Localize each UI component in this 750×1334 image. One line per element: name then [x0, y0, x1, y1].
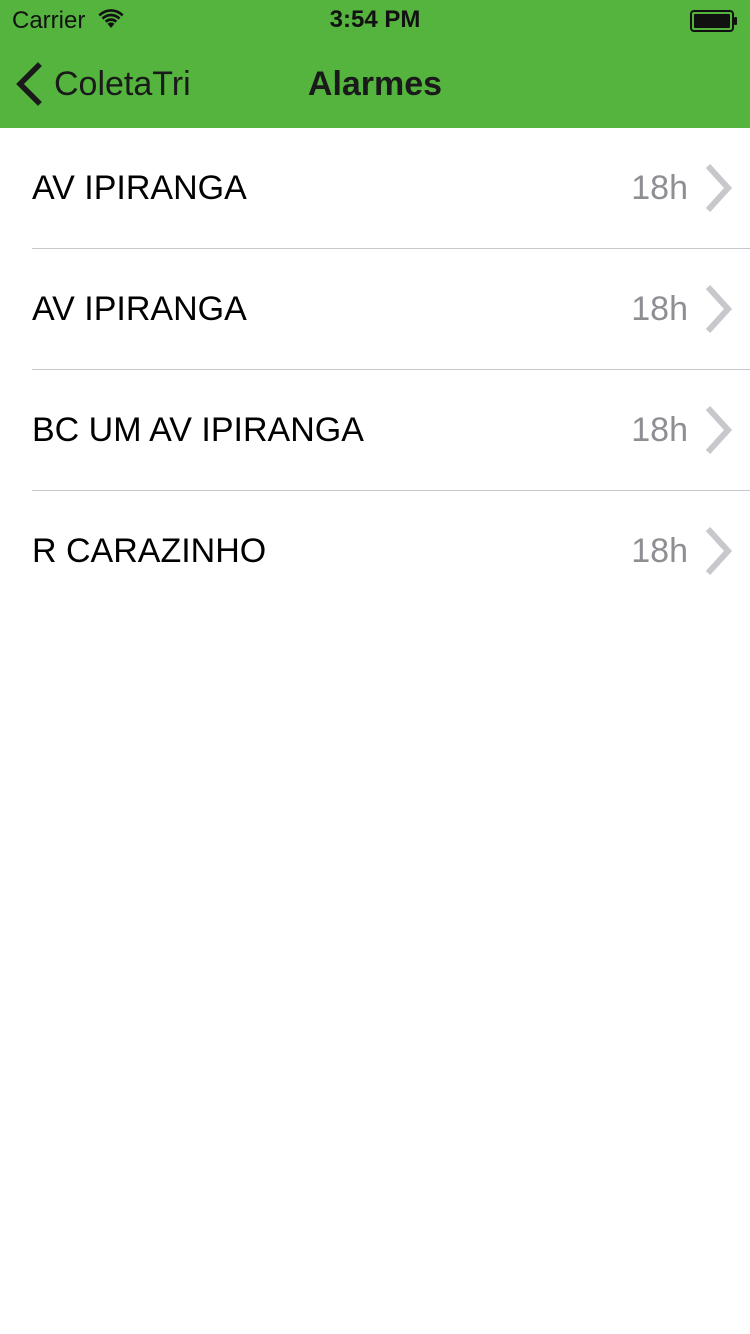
alarm-time: 18h — [631, 169, 688, 207]
list-item[interactable]: AV IPIRANGA 18h — [0, 128, 750, 248]
chevron-right-icon — [705, 163, 733, 213]
navigation-bar: ColetaTri Alarmes — [0, 40, 750, 128]
page-title: Alarmes — [307, 65, 443, 103]
list-item[interactable]: AV IPIRANGA 18h — [32, 248, 750, 369]
status-time: 3:54 PM — [329, 6, 421, 33]
status-bar: Carrier 3:54 PM — [0, 0, 750, 40]
alarm-list: AV IPIRANGA 18h AV IPIRANGA 18h BC UM AV… — [0, 128, 750, 611]
alarms-screen: Carrier 3:54 PM ColetaTri Alarmes AV IPI… — [0, 0, 750, 1334]
chevron-right-icon — [705, 284, 733, 334]
list-item[interactable]: R CARAZINHO 18h — [32, 490, 750, 611]
list-item[interactable]: BC UM AV IPIRANGA 18h — [32, 369, 750, 490]
alarm-time: 18h — [631, 532, 688, 570]
chevron-right-icon — [705, 526, 733, 576]
alarm-name: AV IPIRANGA — [32, 290, 247, 328]
alarm-name: AV IPIRANGA — [32, 169, 247, 207]
battery-icon — [690, 10, 737, 32]
alarm-name: R CARAZINHO — [32, 532, 267, 570]
alarm-name: BC UM AV IPIRANGA — [32, 411, 364, 449]
alarm-time: 18h — [631, 290, 688, 328]
header: Carrier 3:54 PM ColetaTri Alarmes — [0, 0, 750, 128]
alarm-time: 18h — [631, 411, 688, 449]
chevron-right-icon — [705, 405, 733, 455]
